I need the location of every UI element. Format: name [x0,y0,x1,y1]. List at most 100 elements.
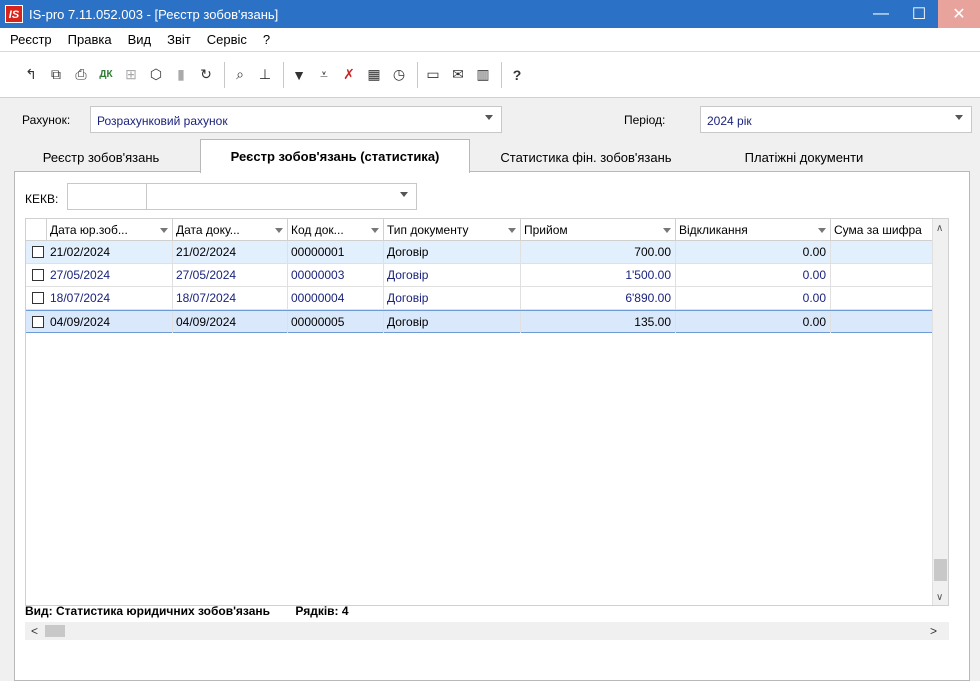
dk-icon[interactable]: ДК [95,64,117,86]
form-icon[interactable]: ▭ [422,64,444,86]
help-icon[interactable]: ? [506,64,528,86]
row-checkbox[interactable] [32,292,44,304]
tab-financial-statistics[interactable]: Статистика фін. зобов'язань [480,143,692,172]
cell-sum [831,264,934,286]
mail-icon[interactable]: ✉ [447,64,469,86]
scroll-left-icon[interactable]: < [31,624,38,638]
vertical-scrollbar[interactable]: ∧ ∨ [932,219,948,605]
cell-withdrawn: 0.00 [676,311,831,333]
cell-doc-code: 00000001 [288,241,384,263]
cell-doc-code: 00000004 [288,287,384,309]
sort-arrow-icon [508,228,516,233]
table-header: Дата юр.зоб... Дата доку... Код док... Т… [26,219,948,241]
title-bar: IS IS-pro 7.11.052.003 - [Реєстр зобов'я… [0,0,980,28]
scroll-down-icon[interactable]: ∨ [936,592,943,603]
calendar-icon[interactable]: ◷ [388,64,410,86]
cell-doc-type: Договір [384,287,521,309]
table-row-selected[interactable]: 04/09/2024 04/09/2024 00000005 Договір 1… [26,310,934,333]
menu-edit[interactable]: Правка [60,32,120,47]
tree-icon[interactable]: ⊥ [254,64,276,86]
menu-registry[interactable]: Реєстр [0,32,60,47]
table-row[interactable]: 21/02/2024 21/02/2024 00000001 Договір 7… [26,241,934,264]
cell-sum [831,241,934,263]
menu-report[interactable]: Звіт [159,32,199,47]
package-icon[interactable]: ⬡ [145,64,167,86]
table-row[interactable]: 18/07/2024 18/07/2024 00000004 Договір 6… [26,287,934,310]
cell-doc-date: 18/07/2024 [173,287,288,309]
scroll-thumb[interactable] [934,559,947,581]
menu-bar: Реєстр Правка Вид Звіт Сервіс ? [0,28,980,52]
cell-accepted: 6'890.00 [521,287,676,309]
chevron-down-icon [955,115,963,120]
search-icon[interactable]: ⌕ [229,64,251,86]
close-button[interactable]: ✕ [938,0,980,28]
calc-icon[interactable]: ⊞ [120,64,142,86]
view-status: Вид: Статистика юридичних зобов'язань [25,604,271,618]
filter-row: Рахунок: Розрахунковий рахунок Період: 2… [0,106,980,134]
cell-legal-date: 04/09/2024 [47,311,173,333]
scroll-up-icon[interactable]: ∧ [936,223,943,234]
scroll-thumb[interactable] [45,625,65,637]
column-header-sum[interactable]: Сума за шифра [831,219,934,241]
sort-arrow-icon [371,228,379,233]
filter-set-icon[interactable]: ⩡ [313,64,335,86]
column-header-accepted[interactable]: Прийом [521,219,676,241]
cell-doc-code: 00000005 [288,311,384,333]
refresh-icon[interactable]: ↻ [195,64,217,86]
filter-clear-icon[interactable]: ✗ [338,64,360,86]
cell-sum [831,311,934,333]
horizontal-scrollbar[interactable]: < > [25,622,949,640]
chevron-down-icon [485,115,493,120]
cell-accepted: 1'500.00 [521,264,676,286]
print-icon[interactable]: ⎙ [70,64,92,86]
new-doc-icon[interactable]: ↰ [20,64,42,86]
period-value: 2024 рік [707,114,752,128]
toolbar-separator [501,61,502,88]
obligations-table: Дата юр.зоб... Дата доку... Код док... Т… [25,218,949,606]
toolbar-separator [224,61,225,88]
sort-arrow-icon [160,228,168,233]
account-label: Рахунок: [22,113,71,127]
period-select[interactable]: 2024 рік [700,106,972,133]
column-header-legal-date[interactable]: Дата юр.зоб... [47,219,173,241]
columns-icon[interactable]: ▥ [472,64,494,86]
filter-icon[interactable]: ▼ [288,64,310,86]
menu-help[interactable]: ? [255,32,278,47]
app-logo-icon: IS [5,5,23,23]
copy-icon[interactable]: ⧉ [45,64,67,86]
scroll-right-icon[interactable]: > [930,624,937,638]
status-line: Вид: Статистика юридичних зобов'язань Ря… [25,604,371,618]
stack-icon[interactable]: ▮ [170,64,192,86]
row-checkbox[interactable] [32,316,44,328]
period-label: Період: [624,113,666,127]
column-header-doc-code[interactable]: Код док... [288,219,384,241]
menu-view[interactable]: Вид [120,32,160,47]
minimize-button[interactable]: — [862,0,900,28]
cell-doc-type: Договір [384,241,521,263]
toolbar-separator [283,61,284,88]
table-row[interactable]: 27/05/2024 27/05/2024 00000003 Договір 1… [26,264,934,287]
column-header-doc-date[interactable]: Дата доку... [173,219,288,241]
window-title: IS-pro 7.11.052.003 - [Реєстр зобов'язан… [29,6,279,22]
column-header-withdrawn[interactable]: Відкликання [676,219,831,241]
row-checkbox[interactable] [32,246,44,258]
tab-registry-statistics[interactable]: Реєстр зобов'язань (статистика) [200,139,470,173]
row-checkbox[interactable] [32,269,44,281]
cell-doc-date: 21/02/2024 [173,241,288,263]
maximize-button[interactable]: ☐ [900,0,938,28]
sort-arrow-icon [818,228,826,233]
cell-doc-type: Договір [384,311,521,333]
kekv-select[interactable] [146,183,417,210]
table-icon[interactable]: ▦ [363,64,385,86]
tab-bar: Реєстр зобов'язань Реєстр зобов'язань (с… [14,139,970,173]
cell-withdrawn: 0.00 [676,264,831,286]
tab-registry[interactable]: Реєстр зобов'язань [14,143,188,172]
kekv-code-input[interactable] [67,183,147,210]
account-select[interactable]: Розрахунковий рахунок [90,106,502,133]
menu-service[interactable]: Сервіс [199,32,255,47]
tab-payment-documents[interactable]: Платіжні документи [704,143,904,172]
cell-accepted: 135.00 [521,311,676,333]
column-header-doc-type[interactable]: Тип документу [384,219,521,241]
toolbar-separator [417,61,418,88]
toolbar: ↰ ⧉ ⎙ ДК ⊞ ⬡ ▮ ↻ ⌕ ⊥ ▼ ⩡ ✗ ▦ ◷ ▭ ✉ ▥ ? [0,52,980,98]
